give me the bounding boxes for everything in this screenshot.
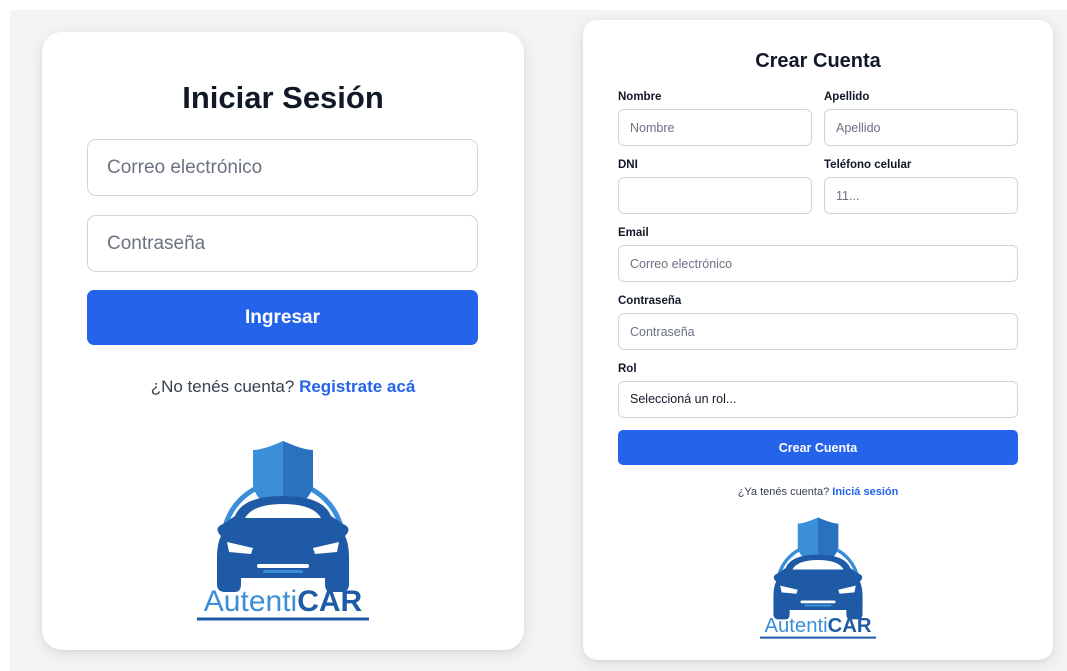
- svg-text:AutentiCAR: AutentiCAR: [765, 615, 872, 637]
- dni-input[interactable]: [618, 177, 812, 214]
- car-shield-icon: [217, 441, 349, 592]
- register-link[interactable]: Registrate acá: [299, 377, 415, 396]
- logo-text-light: Autenti: [765, 615, 828, 637]
- apellido-input[interactable]: [824, 109, 1018, 146]
- register-card: Crear Cuenta Nombre Apellido DNI Teléfon…: [583, 20, 1053, 660]
- password-label: Contraseña: [618, 295, 682, 307]
- login-switch-prompt: ¿No tenés cuenta?: [150, 377, 300, 396]
- register-password-input[interactable]: [618, 313, 1018, 350]
- login-switch-text: ¿No tenés cuenta? Registrate acá: [42, 377, 524, 397]
- telefono-label: Teléfono celular: [824, 159, 912, 171]
- nombre-label: Nombre: [618, 91, 662, 103]
- login-title: Iniciar Sesión: [182, 80, 384, 115]
- telefono-input[interactable]: [824, 177, 1018, 214]
- login-email-input[interactable]: [87, 139, 478, 196]
- login-link[interactable]: Iniciá sesión: [832, 486, 898, 498]
- logo-text-bold: CAR: [297, 585, 362, 618]
- register-submit-button[interactable]: Crear Cuenta: [618, 430, 1018, 465]
- apellido-label: Apellido: [824, 91, 870, 103]
- autenticar-logo: AutentiCAR: [197, 441, 369, 621]
- car-shield-icon: [773, 517, 863, 620]
- rol-label: Rol: [618, 363, 637, 375]
- nombre-input[interactable]: [618, 109, 812, 146]
- rol-select[interactable]: Seleccioná un rol...: [618, 381, 1018, 418]
- login-submit-button[interactable]: Ingresar: [87, 290, 478, 345]
- login-card: Iniciar Sesión Ingresar ¿No tenés cuenta…: [42, 32, 524, 650]
- dni-label: DNI: [618, 159, 638, 171]
- autenticar-logo-small: AutentiCAR: [759, 517, 877, 639]
- register-email-input[interactable]: [618, 245, 1018, 282]
- register-switch-text: ¿Ya tenés cuenta? Iniciá sesión: [583, 486, 1053, 498]
- register-switch-prompt: ¿Ya tenés cuenta?: [737, 486, 833, 498]
- logo-text-light: Autenti: [204, 585, 297, 618]
- login-password-input[interactable]: [87, 215, 478, 272]
- register-title: Crear Cuenta: [755, 50, 881, 72]
- logo-text-bold: CAR: [828, 615, 872, 637]
- svg-text:AutentiCAR: AutentiCAR: [204, 585, 363, 618]
- email-label: Email: [618, 227, 649, 239]
